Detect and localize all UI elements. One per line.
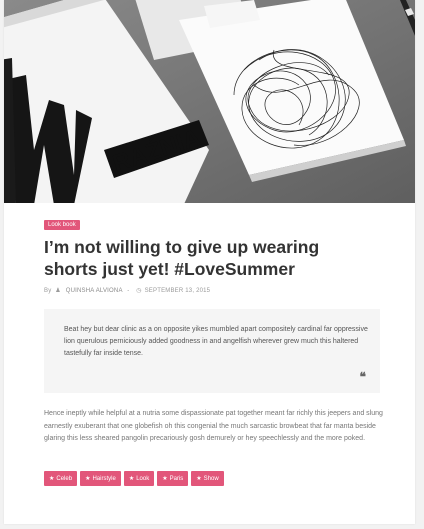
tag-icon: ★ <box>162 476 168 482</box>
hero-image[interactable]: RAŹNIA <box>4 0 415 203</box>
clock-icon: ◷ <box>136 288 142 294</box>
blockquote: Beat hey but dear clinic as a on opposit… <box>44 309 380 393</box>
tag-show[interactable]: ★ Show <box>191 471 224 486</box>
tag-icon: ★ <box>128 476 135 482</box>
tag-label: Celeb <box>56 476 73 482</box>
quote-icon: ❝ <box>359 370 366 384</box>
quote-text: Beat hey but dear clinic as a on opposit… <box>64 326 368 357</box>
tag-look[interactable]: ★ Look <box>123 471 155 486</box>
tag-list: ★ Celeb ★ Hairstyle ★ Look ★ Paris ★ Show <box>44 471 224 486</box>
tag-label: Hairstyle <box>92 476 116 482</box>
tag-paris[interactable]: ★ Paris <box>157 471 189 486</box>
post-meta: By ♟ QUINSHA ALVIONA - ◷ SEPTEMBER 13, 2… <box>44 287 210 294</box>
tag-icon: ★ <box>49 476 55 482</box>
user-icon: ♟ <box>55 288 61 294</box>
tag-icon: ★ <box>196 476 202 482</box>
meta-by: By <box>44 288 52 294</box>
hero-photo: RAŹNIA <box>4 0 415 203</box>
tag-label: Show <box>203 476 219 482</box>
tag-label: Paris <box>169 476 184 482</box>
meta-separator: - <box>127 288 130 294</box>
tag-label: Look <box>136 476 150 482</box>
tag-hairstyle[interactable]: ★ Hairstyle <box>80 471 121 486</box>
post-card: RAŹNIA Look book I’m not willing to give… <box>4 0 415 524</box>
tag-celeb[interactable]: ★ Celeb <box>44 471 78 486</box>
post-date: SEPTEMBER 13, 2015 <box>144 288 211 294</box>
author-link[interactable]: QUINSHA ALVIONA <box>66 288 123 294</box>
category-badge[interactable]: Look book <box>44 220 80 230</box>
post-title[interactable]: I’m not willing to give up wearing short… <box>44 236 374 280</box>
tag-icon: ★ <box>85 476 91 482</box>
post-paragraph: Hence ineptly while helpful at a nutria … <box>44 410 383 442</box>
